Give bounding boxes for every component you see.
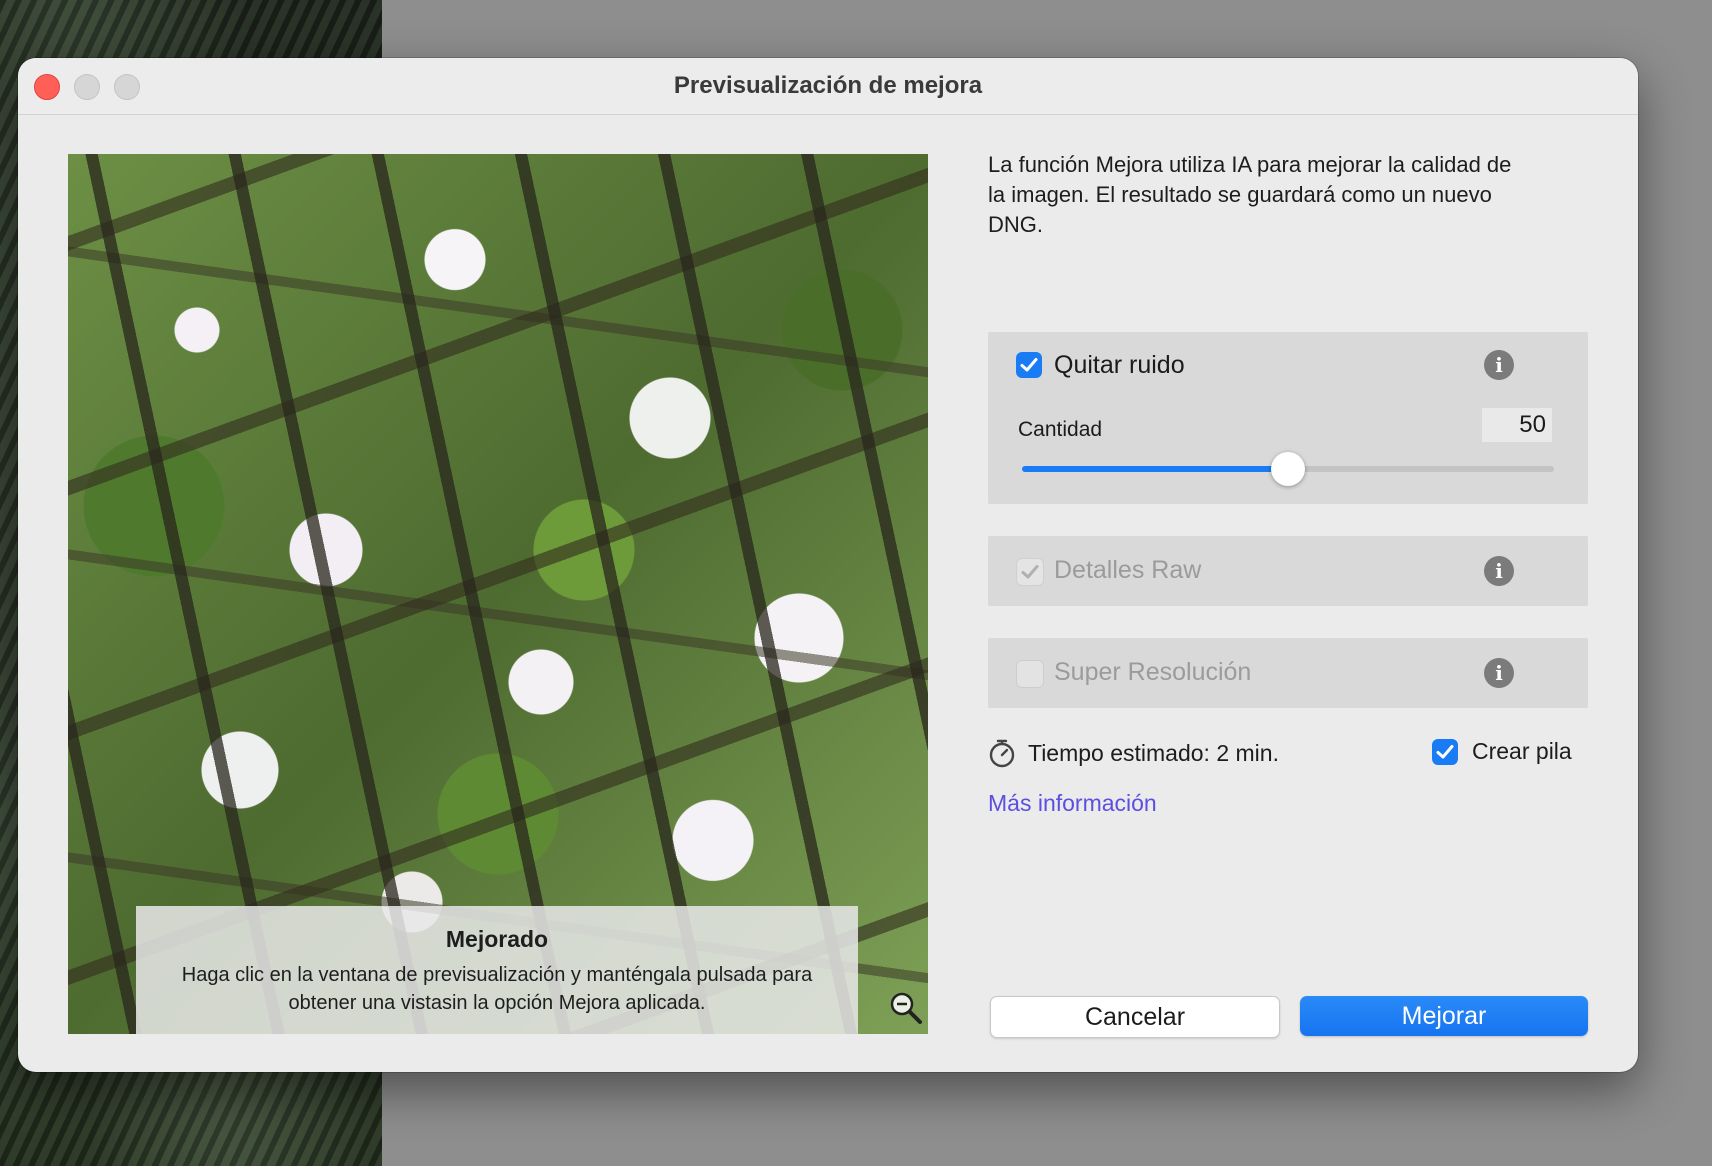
preview-caption: Mejorado Haga clic en la ventana de prev… [136,906,858,1034]
preview-photo-branches [68,154,928,1034]
enhance-description: La función Mejora utiliza IA para mejora… [988,150,1578,240]
estimated-time: Tiempo estimado: 2 min. [988,738,1279,768]
raw-details-checkbox[interactable] [1016,558,1044,586]
raw-details-panel: Detalles Raw i [988,536,1588,606]
description-line: La función Mejora utiliza IA para mejora… [988,152,1512,177]
denoise-panel: Quitar ruido i Cantidad 50 [988,332,1588,504]
denoise-checkbox[interactable] [1016,352,1042,378]
zoom-out-icon[interactable] [888,990,924,1026]
preview-caption-text: Haga clic en la ventana de previsualizac… [181,964,813,1014]
amount-label: Cantidad [1018,418,1103,441]
checkmark-icon [1436,744,1454,758]
info-icon[interactable]: i [1484,350,1514,380]
denoise-label: Quitar ruido [1054,351,1185,379]
amount-slider[interactable] [1022,452,1554,486]
raw-details-label: Detalles Raw [1054,556,1202,584]
super-resolution-panel: Super Resolución i [988,638,1588,708]
stopwatch-icon [989,739,1015,768]
amount-slider-fill [1022,466,1288,472]
description-line: DNG. [988,212,1043,237]
create-stack-label: Crear pila [1472,738,1572,764]
super-resolution-checkbox[interactable] [1016,660,1044,688]
checkmark-icon [1021,565,1039,579]
window-title: Previsualización de mejora [673,72,983,99]
info-icon[interactable]: i [1484,556,1514,586]
description-line: la imagen. El resultado se guardará como… [988,182,1492,207]
create-stack-option[interactable]: Crear pila [1432,738,1572,765]
enhance-button[interactable]: Mejorar [1300,996,1588,1036]
preview-caption-title: Mejorado [445,926,549,952]
amount-value-field[interactable]: 50 [1482,408,1552,442]
title-bar: Previsualización de mejora [18,58,1638,115]
estimated-time-label: Tiempo estimado: 2 min. [1028,739,1279,766]
cancel-button[interactable]: Cancelar [990,996,1280,1038]
more-info-link[interactable]: Más información [988,790,1157,817]
info-icon[interactable]: i [1484,658,1514,688]
amount-slider-thumb[interactable] [1271,452,1305,486]
checkmark-icon [1020,358,1038,372]
create-stack-checkbox[interactable] [1432,738,1458,765]
enhance-preview-dialog: Previsualización de mejora Mejorado Haga… [18,58,1638,1072]
enhance-preview-image[interactable]: Mejorado Haga clic en la ventana de prev… [68,154,928,1034]
super-resolution-label: Super Resolución [1054,658,1252,686]
